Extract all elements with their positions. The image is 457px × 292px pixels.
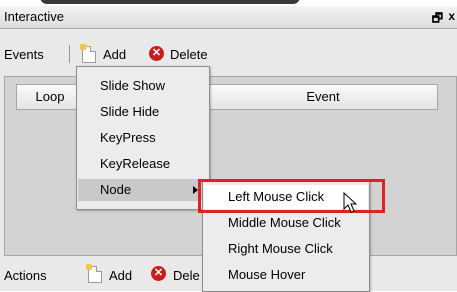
add-document-icon[interactable] (80, 44, 96, 63)
submenu-item-right-mouse-click[interactable]: Right Mouse Click (204, 237, 368, 261)
mouse-pointer-icon (343, 192, 357, 213)
events-add-button[interactable]: Add (103, 47, 126, 62)
restore-icon[interactable]: 🗗 (432, 9, 443, 30)
menu-item-slide-show[interactable]: Slide Show (78, 75, 208, 97)
submenu-item-mouse-hover[interactable]: Mouse Hover (204, 263, 368, 287)
submenu-item-middle-mouse-click[interactable]: Middle Mouse Click (204, 211, 368, 235)
menu-item-slide-hide[interactable]: Slide Hide (78, 101, 208, 123)
menu-item-node[interactable]: Node (78, 179, 208, 201)
delete-icon[interactable]: ✕ (149, 46, 164, 61)
events-delete-button[interactable]: Delete (170, 47, 208, 62)
toolbar-separator (69, 45, 70, 63)
close-icon[interactable]: x (448, 9, 455, 23)
add-event-menu: Slide Show Slide Hide KeyPress KeyReleas… (76, 66, 210, 210)
panel-title: Interactive (4, 9, 64, 24)
actions-label: Actions (4, 268, 47, 283)
events-label: Events (4, 47, 44, 62)
add-document-icon[interactable] (86, 264, 102, 283)
column-header-loop[interactable]: Loop (16, 84, 84, 110)
column-header-event[interactable]: Event (208, 84, 438, 110)
delete-icon[interactable]: ✕ (151, 266, 166, 281)
menu-item-keyrelease[interactable]: KeyRelease (78, 153, 208, 175)
actions-delete-button[interactable]: Dele (173, 268, 200, 283)
menu-item-keypress[interactable]: KeyPress (78, 127, 208, 149)
panel-titlebar: Interactive 🗗 x (0, 6, 457, 29)
actions-add-button[interactable]: Add (109, 268, 132, 283)
